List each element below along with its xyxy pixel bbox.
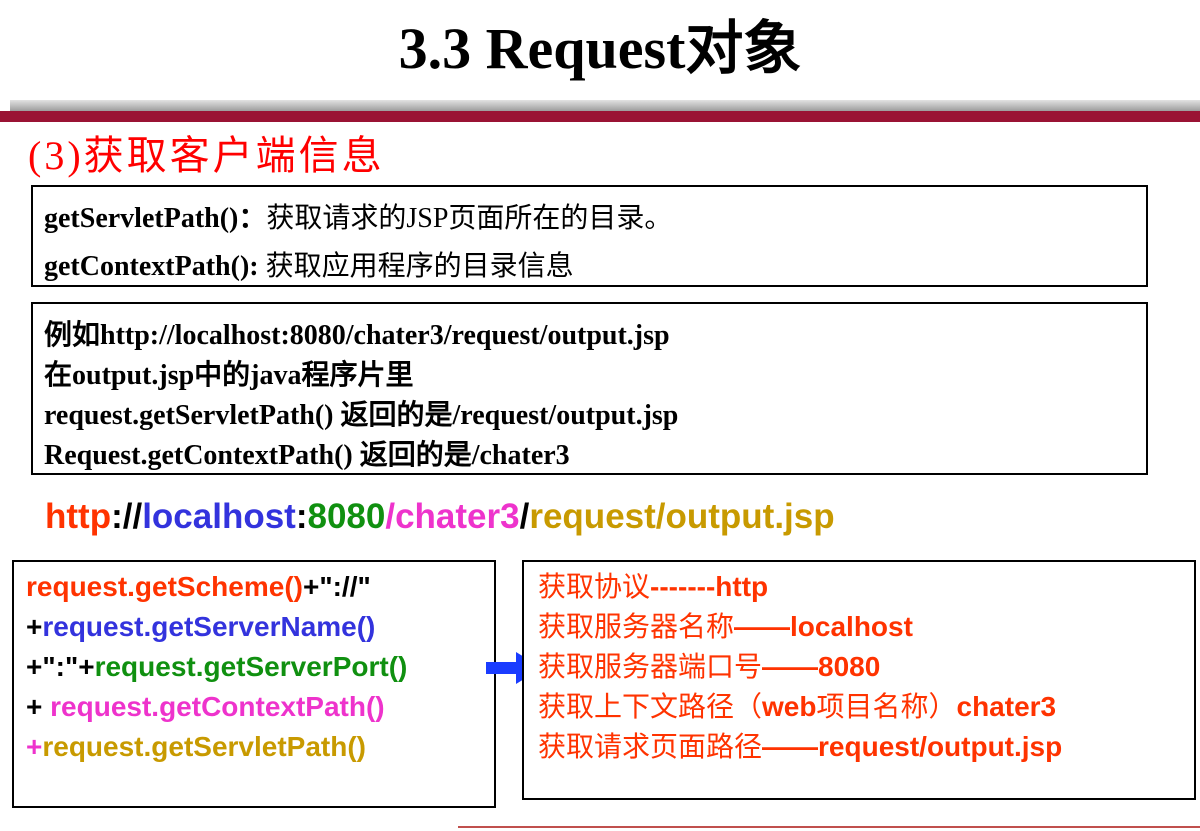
footer-divider <box>458 826 1200 828</box>
url-path: request/output.jsp <box>529 497 835 536</box>
result-line: 获取服务器端口号——8080 <box>538 647 880 687</box>
result-value: chater3 <box>956 691 1057 722</box>
title-underline-gray <box>10 100 1200 111</box>
result-label: 获取服务器端口号 <box>538 650 763 683</box>
code-concat: + <box>26 731 43 762</box>
result-label: 获取上下文路径（ <box>538 690 763 723</box>
code-line: +request.getServerName() <box>26 607 375 647</box>
result-line: 获取请求页面路径——request/output.jsp <box>538 727 1062 767</box>
definition-separator <box>259 251 266 282</box>
title-underline-red <box>0 111 1200 122</box>
example-line: request.getServletPath() 返回的是/request/ou… <box>44 400 679 431</box>
url-separator: : <box>295 497 308 536</box>
code-concat: + <box>26 611 43 642</box>
code-method: request.getServerPort() <box>94 651 408 682</box>
code-line: +":"+request.getServerPort() <box>26 647 407 687</box>
url-scheme: http <box>45 497 112 536</box>
section-subtitle: (3)获取客户端信息 <box>28 133 385 178</box>
example-line: Request.getContextPath() 返回的是/chater3 <box>44 440 570 471</box>
result-label: 获取协议 <box>538 570 651 603</box>
result-value: -------http <box>650 571 769 602</box>
url-separator: :// <box>111 497 143 536</box>
result-line: 获取服务器名称——localhost <box>538 607 913 647</box>
example-line: 在output.jsp中的java程序片里 <box>44 360 414 391</box>
definition-servletpath: getServletPath()：获取请求的JSP页面所在的目录。 <box>44 196 672 236</box>
result-value: ——localhost <box>734 611 913 642</box>
code-line: + request.getContextPath() <box>26 687 385 727</box>
code-concat: +"://" <box>302 571 371 602</box>
result-line: 获取协议-------http <box>538 567 768 607</box>
result-line: 获取上下文路径（web项目名称）chater3 <box>538 687 1056 727</box>
result-label: 获取请求页面路径 <box>538 730 763 763</box>
code-line: request.getScheme()+"://" <box>26 567 371 607</box>
result-value: ——8080 <box>762 651 881 682</box>
definition-contextpath: getContextPath(): 获取应用程序的目录信息 <box>44 244 574 284</box>
slide-title: 3.3 Request对象 <box>398 16 802 81</box>
code-method: request.getContextPath() <box>50 691 385 722</box>
definition-method: getContextPath(): <box>44 251 259 282</box>
result-label: 项目名称） <box>816 690 957 723</box>
code-concat: + <box>26 691 51 722</box>
url-host: localhost <box>142 497 296 536</box>
result-value: web <box>762 691 817 722</box>
colored-url: http://localhost:8080/chater3/request/ou… <box>45 494 835 540</box>
definition-desc: 获取应用程序的目录信息 <box>265 251 574 282</box>
result-label: 获取服务器名称 <box>538 610 735 643</box>
definition-separator: ： <box>238 203 267 234</box>
code-method: request.getScheme() <box>26 571 303 602</box>
code-line: +request.getServletPath() <box>26 727 366 767</box>
url-separator: / <box>519 497 530 536</box>
url-port: 8080 <box>307 497 386 536</box>
code-concat: +":"+ <box>26 651 95 682</box>
result-value: ——request/output.jsp <box>762 731 1063 762</box>
example-line: 例如http://localhost:8080/chater3/request/… <box>44 320 670 351</box>
url-context: /chater3 <box>385 497 520 536</box>
code-method: request.getServletPath() <box>42 731 366 762</box>
code-method: request.getServerName() <box>42 611 376 642</box>
definition-desc: 获取请求的JSP页面所在的目录。 <box>266 203 673 234</box>
definition-method: getServletPath() <box>44 203 239 234</box>
